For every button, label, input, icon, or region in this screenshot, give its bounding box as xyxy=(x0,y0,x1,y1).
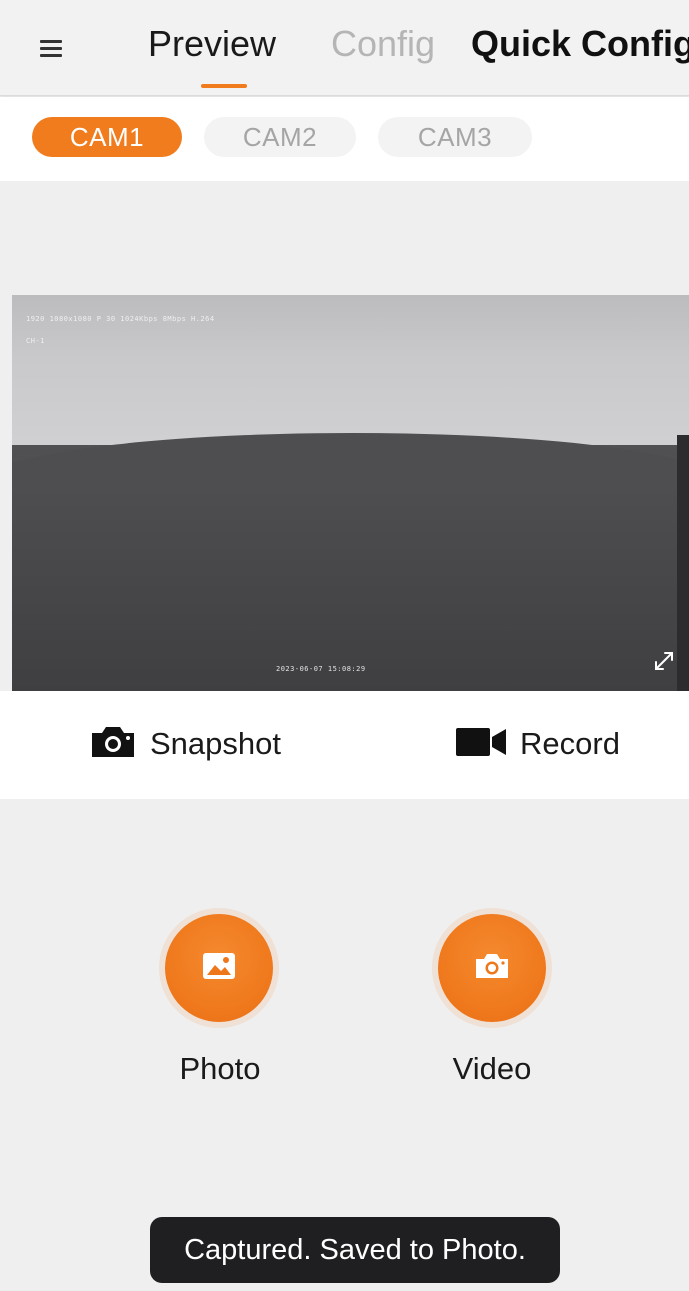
record-label: Record xyxy=(520,726,620,761)
tab-preview[interactable]: Preview xyxy=(148,22,276,66)
active-tab-indicator xyxy=(201,84,247,88)
camera-selector: CAM1 CAM2 CAM3 xyxy=(0,97,689,181)
hamburger-menu-icon[interactable] xyxy=(38,36,72,62)
video-camera-icon xyxy=(454,725,508,764)
camera-chip-cam2[interactable]: CAM2 xyxy=(204,117,356,157)
action-bar: Snapshot Record xyxy=(0,691,689,799)
video-osd-channel: CH-1 xyxy=(26,337,45,345)
toast-message: Captured. Saved to Photo. xyxy=(150,1217,560,1283)
photo-label: Photo xyxy=(179,1051,261,1086)
video-gallery-button[interactable] xyxy=(438,914,546,1022)
tab-config[interactable]: Config xyxy=(331,22,435,66)
expand-icon[interactable] xyxy=(648,645,680,677)
live-video-feed[interactable]: 1920 1080x1080 P 30 1024Kbps 8Mbps H.264… xyxy=(12,295,689,691)
top-header: Preview Config Quick Config xyxy=(0,0,689,96)
snapshot-label: Snapshot xyxy=(150,726,281,761)
snapshot-button[interactable]: Snapshot xyxy=(88,721,281,767)
tab-quick-config[interactable]: Quick Config xyxy=(471,22,689,66)
camera-chip-cam3[interactable]: CAM3 xyxy=(378,117,532,157)
camera-icon xyxy=(88,723,138,766)
camera-icon xyxy=(473,951,511,986)
image-icon xyxy=(201,951,237,986)
video-osd-info: 1920 1080x1080 P 30 1024Kbps 8Mbps H.264 xyxy=(26,315,215,323)
record-button[interactable]: Record xyxy=(454,721,620,767)
video-osd-timestamp: 2023-06-07 15:08:29 xyxy=(276,665,366,673)
camera-chip-cam1[interactable]: CAM1 xyxy=(32,117,182,157)
video-area: 1920 1080x1080 P 30 1024Kbps 8Mbps H.264… xyxy=(0,181,689,691)
photo-gallery-button[interactable] xyxy=(165,914,273,1022)
video-label: Video xyxy=(452,1051,532,1086)
app-screen: Preview Config Quick Config CAM1 CAM2 CA… xyxy=(0,0,689,1291)
